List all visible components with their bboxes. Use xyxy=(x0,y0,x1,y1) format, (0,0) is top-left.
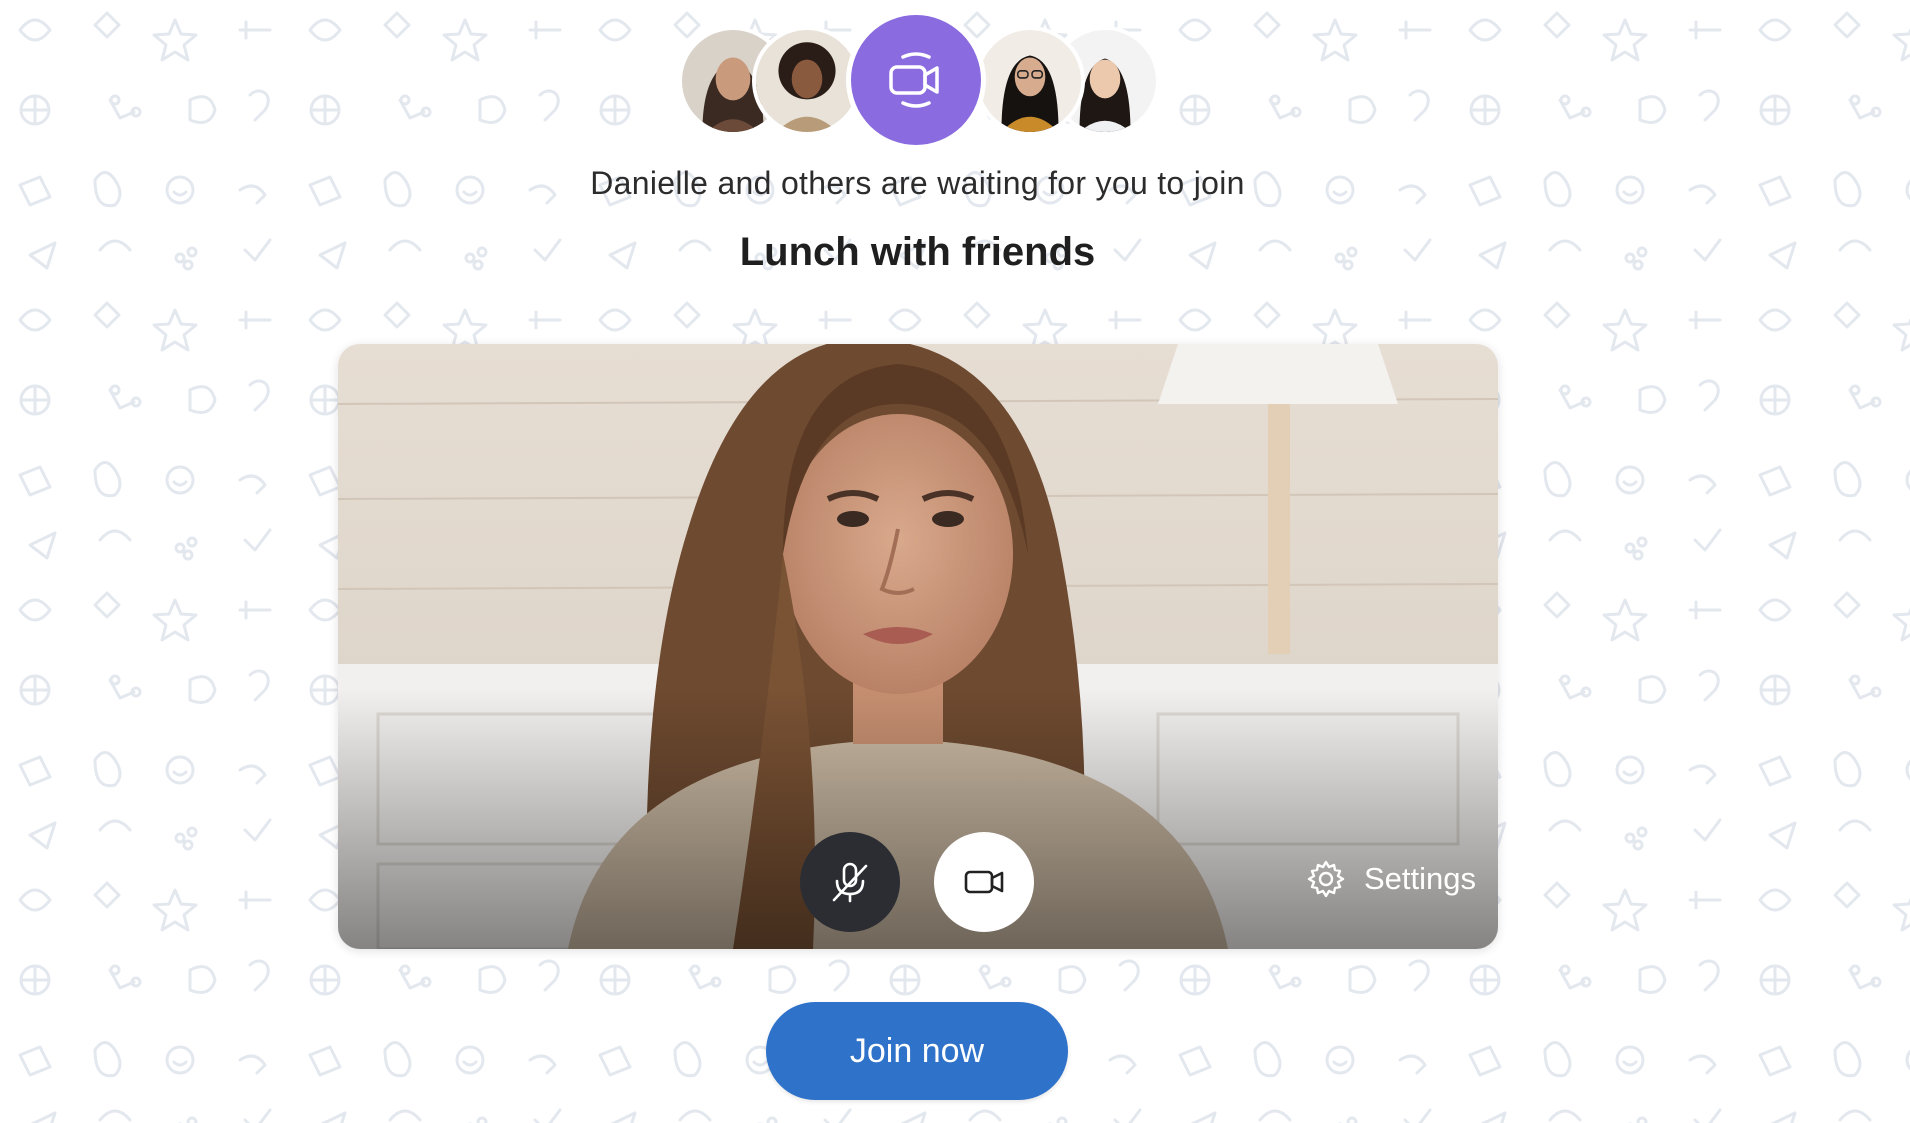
video-overlay xyxy=(338,689,1498,949)
toggle-camera-button[interactable] xyxy=(934,832,1034,932)
settings-button[interactable]: Settings xyxy=(1306,859,1476,899)
video-call-badge xyxy=(846,10,986,150)
join-now-button[interactable]: Join now xyxy=(766,1002,1068,1100)
gear-icon xyxy=(1307,860,1345,898)
video-preview: Settings xyxy=(338,344,1498,949)
microphone-muted-icon xyxy=(832,862,868,903)
join-screen: Danielle and others are waiting for you … xyxy=(0,0,1910,1123)
video-camera-icon xyxy=(964,870,1004,894)
participant-avatars xyxy=(0,10,1910,150)
mute-microphone-button[interactable] xyxy=(800,832,900,932)
settings-label: Settings xyxy=(1363,861,1476,896)
meeting-title: Lunch with friends xyxy=(739,230,1096,274)
waiting-message: Danielle and others are waiting for you … xyxy=(590,165,1245,201)
video-call-icon xyxy=(889,52,939,108)
participant-avatar xyxy=(975,26,1085,136)
